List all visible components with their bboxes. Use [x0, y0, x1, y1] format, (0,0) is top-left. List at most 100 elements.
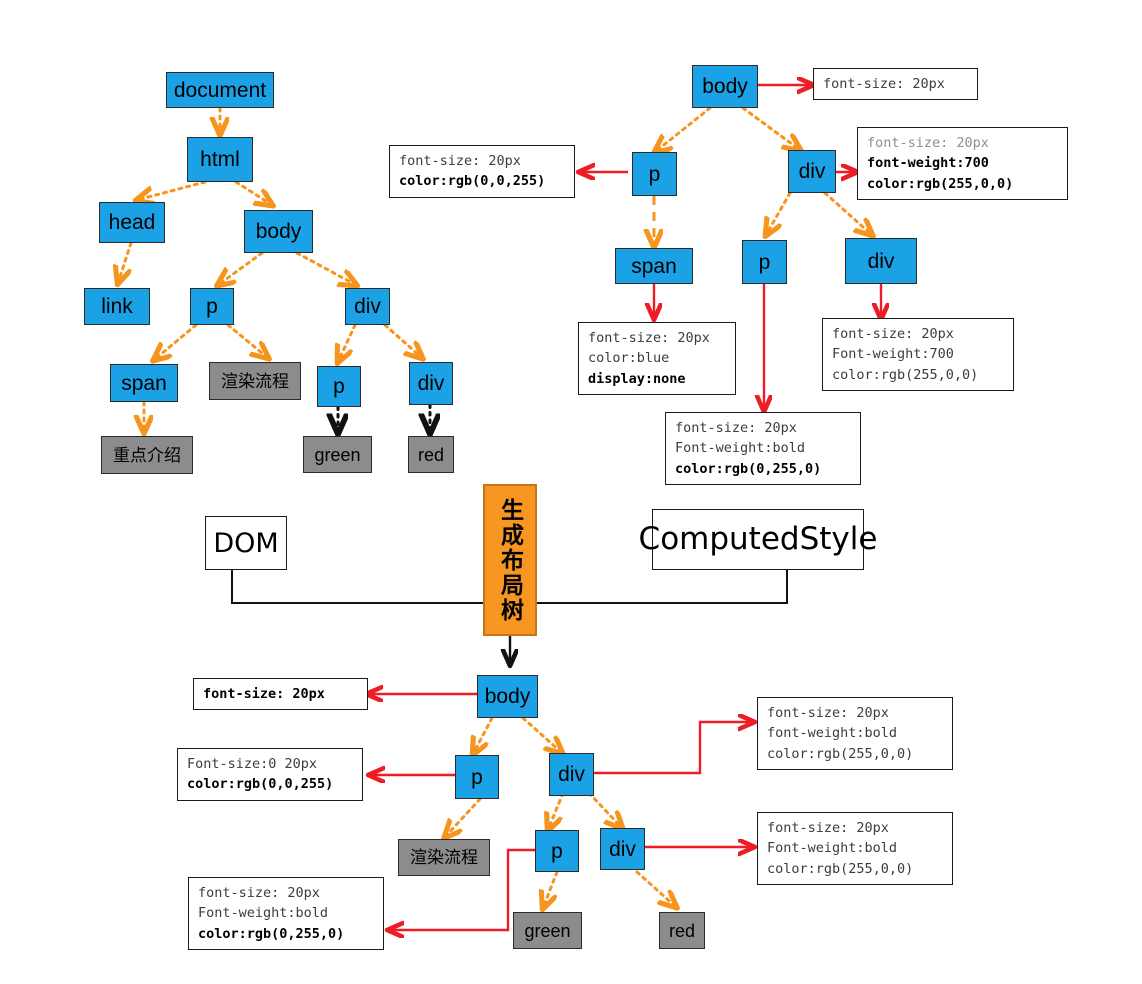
layout-box-body-style-line-1: font-size: 20px [203, 686, 325, 702]
cs-box-div-style-line-2: font-weight:700 [867, 155, 989, 172]
cs-node-span-label: span [631, 254, 677, 278]
cs-node-body[interactable]: body [692, 65, 758, 108]
dom-text-render-flow[interactable]: 渲染流程 [209, 362, 301, 400]
cs-box-span-style-line-3: display:none [588, 370, 686, 387]
cs-box-div2-style-line-3: color:rgb(255,0,0) [832, 366, 979, 383]
cs-node-p-label: p [648, 162, 661, 186]
layout-box-div2-style-line-2: Font-weight:bold [767, 840, 898, 857]
layout-tree-stage-box[interactable]: 生成布局树 [483, 484, 537, 636]
cs-box-body-style: font-size: 20px [813, 68, 978, 101]
dom-node-head-label: head [108, 211, 156, 234]
layout-node-p[interactable]: p [455, 755, 499, 799]
dom-text-green-label: green [314, 444, 361, 465]
layout-box-div-style-line-1: font-size: 20px [767, 705, 889, 721]
dom-node-link[interactable]: link [84, 288, 150, 325]
layout-box-p2-style: font-size: 20px Font-weight:bold color:r… [188, 877, 384, 950]
layout-node-div-label: div [558, 763, 585, 786]
dom-node-head[interactable]: head [99, 202, 165, 243]
cs-node-span[interactable]: span [615, 248, 693, 284]
dom-node-span-label: span [121, 371, 167, 395]
dom-text-green[interactable]: green [303, 436, 372, 473]
cs-node-div-label: div [798, 160, 826, 183]
layout-box-div-style-line-3: color:rgb(255,0,0) [767, 745, 914, 762]
cs-box-p2-style-line-2: Font-weight:bold [675, 440, 806, 457]
dom-node-div2[interactable]: div [409, 362, 453, 405]
layout-text-green-label: green [524, 920, 571, 941]
dom-node-document[interactable]: document [166, 72, 274, 108]
layout-box-p-style: Font-size:0 20px color:rgb(0,0,255) [177, 748, 363, 801]
layout-text-render-flow[interactable]: 渲染流程 [398, 839, 490, 876]
dom-stage-box[interactable]: DOM [205, 516, 287, 570]
dom-node-html-label: html [200, 148, 240, 171]
dom-node-p-label: p [206, 295, 218, 318]
cs-node-p2-label: p [758, 250, 771, 274]
dom-node-link-label: link [101, 295, 133, 318]
layout-node-p-label: p [471, 765, 483, 789]
dom-node-document-label: document [173, 78, 267, 102]
layout-node-body[interactable]: body [477, 675, 538, 718]
layout-box-div-style: font-size: 20px font-weight:bold color:r… [757, 697, 953, 770]
layout-node-p2[interactable]: p [535, 830, 579, 872]
cs-box-div-style-line-3: color:rgb(255,0,0) [867, 175, 1014, 192]
dom-stage-label: DOM [213, 527, 279, 559]
cs-box-p2-style-line-1: font-size: 20px [675, 420, 797, 436]
dom-node-body[interactable]: body [244, 210, 313, 253]
cs-node-p[interactable]: p [632, 152, 677, 196]
layout-node-div2-label: div [609, 837, 636, 861]
cs-node-div[interactable]: div [788, 150, 836, 193]
cs-box-p-style: font-size: 20px color:rgb(0,0,255) [389, 145, 575, 198]
layout-box-div2-style: font-size: 20px Font-weight:bold color:r… [757, 812, 953, 885]
dom-text-key-intro-label: 重点介绍 [113, 445, 181, 465]
dom-node-div-label: div [354, 295, 381, 318]
layout-box-p2-style-line-3: color:rgb(0,255,0) [198, 925, 345, 942]
layout-node-div[interactable]: div [549, 753, 594, 796]
cs-box-span-style: font-size: 20px color:blue display:none [578, 322, 736, 395]
cs-box-div2-style-line-1: font-size: 20px [832, 326, 954, 342]
cs-box-div2-style: font-size: 20px Font-weight:700 color:rg… [822, 318, 1014, 391]
cs-box-p-style-line-2: color:rgb(0,0,255) [399, 173, 546, 190]
cs-box-span-style-line-1: font-size: 20px [588, 330, 710, 346]
dom-text-red-label: red [417, 444, 444, 465]
layout-box-p2-style-line-1: font-size: 20px [198, 885, 320, 901]
cs-box-div-style-line-1: font-size: 20px [867, 135, 989, 151]
dom-text-red[interactable]: red [408, 436, 454, 473]
layout-node-p2-label: p [551, 839, 563, 863]
cs-box-p-style-line-1: font-size: 20px [399, 153, 521, 169]
dom-node-p2[interactable]: p [317, 366, 361, 407]
cs-node-body-label: body [702, 75, 748, 98]
dom-node-p2-label: p [333, 375, 345, 398]
dom-node-span[interactable]: span [110, 364, 178, 402]
dom-node-div[interactable]: div [345, 288, 390, 325]
dom-text-render-flow-label: 渲染流程 [221, 371, 289, 391]
layout-node-body-label: body [484, 685, 531, 708]
layout-node-div2[interactable]: div [600, 828, 645, 870]
cs-box-div-style: font-size: 20px font-weight:700 color:rg… [857, 127, 1068, 200]
layout-text-render-flow-label: 渲染流程 [410, 848, 478, 867]
dom-node-div2-label: div [417, 372, 445, 395]
dom-node-html[interactable]: html [187, 137, 253, 182]
cs-node-div2-label: div [867, 249, 895, 273]
layout-box-div-style-line-2: font-weight:bold [767, 725, 898, 742]
layout-box-p-style-line-2: color:rgb(0,0,255) [187, 776, 334, 793]
dom-text-key-intro[interactable]: 重点介绍 [101, 436, 193, 474]
cs-box-p2-style-line-3: color:rgb(0,255,0) [675, 460, 822, 477]
layout-tree-stage-label: 生成布局树 [497, 497, 524, 623]
cs-box-div2-style-line-2: Font-weight:700 [832, 346, 954, 363]
layout-box-p2-style-line-2: Font-weight:bold [198, 905, 329, 922]
layout-text-red-label: red [668, 920, 695, 941]
cs-node-p2[interactable]: p [742, 240, 787, 284]
layout-text-green[interactable]: green [513, 912, 582, 949]
cs-box-body-style-line-1: font-size: 20px [823, 76, 945, 92]
dom-node-p[interactable]: p [190, 288, 234, 325]
layout-box-div2-style-line-3: color:rgb(255,0,0) [767, 860, 914, 877]
computed-style-stage-label: ComputedStyle [638, 521, 878, 557]
layout-text-red[interactable]: red [659, 912, 705, 949]
dom-node-body-label: body [255, 220, 302, 243]
cs-box-p2-style: font-size: 20px Font-weight:bold color:r… [665, 412, 861, 485]
layout-box-div2-style-line-1: font-size: 20px [767, 820, 889, 836]
layout-box-body-style: font-size: 20px [193, 678, 368, 711]
computed-style-stage-box[interactable]: ComputedStyle [639, 509, 877, 570]
cs-node-div2[interactable]: div [845, 238, 917, 284]
layout-box-p-style-line-1: Font-size:0 20px [187, 756, 318, 772]
diagram-canvas: document html head body link p div span … [0, 0, 1142, 984]
